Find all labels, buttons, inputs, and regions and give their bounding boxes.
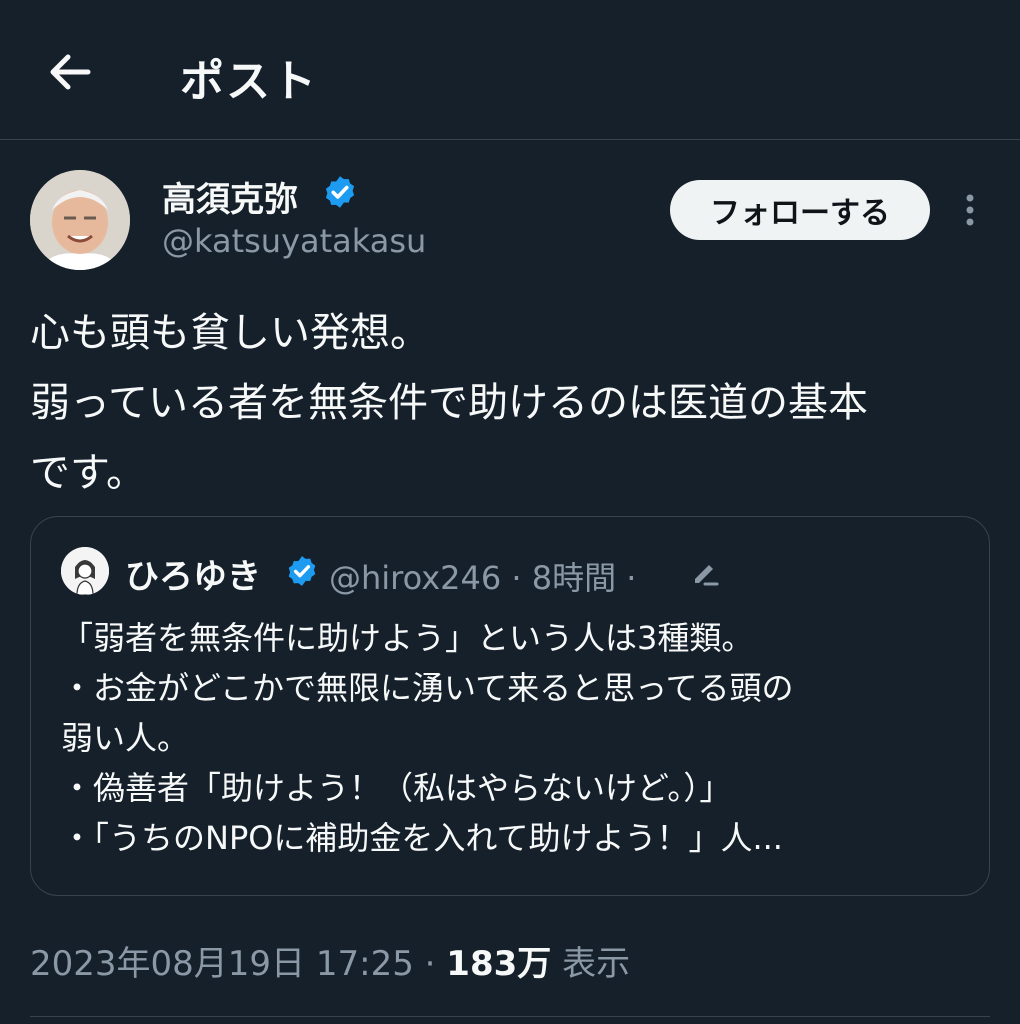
- quote-line: 弱い人。: [61, 719, 190, 757]
- more-options-button[interactable]: [958, 192, 982, 228]
- back-button[interactable]: [44, 46, 96, 98]
- quote-meta: @hirox246 · 8時間 ·: [329, 559, 637, 597]
- views-count: 183万: [446, 944, 552, 984]
- top-bar: ポスト: [0, 0, 1020, 140]
- post-timestamp[interactable]: 2023年08月19日 17:25 ·: [30, 944, 446, 984]
- arrow-left-icon: [50, 54, 91, 90]
- verified-badge-icon: [325, 176, 355, 208]
- post-line: 弱っている者を無条件で助けるのは医道の基本: [30, 380, 868, 426]
- follow-button[interactable]: フォローする: [670, 180, 930, 240]
- quote-text: 「弱者を無条件に助けよう」という人は3種類。 ・お金がどこかで無限に湧いて来ると…: [61, 613, 971, 863]
- views-label: 表示: [551, 944, 631, 984]
- post-text: 心も頭も貧しい発想。 弱っている者を無条件で助けるのは医道の基本 です。: [30, 298, 990, 508]
- quote-author-name: ひろゆき: [125, 557, 261, 597]
- quote-line: ・偽善者「助けよう！（私はやらないけど。）」: [61, 769, 732, 807]
- post-line: です。: [30, 450, 146, 496]
- more-vertical-icon: [966, 194, 974, 226]
- author-handle[interactable]: @katsuyatakasu: [162, 222, 426, 260]
- author-name[interactable]: 高須克弥: [162, 172, 298, 221]
- page-title: ポスト: [180, 56, 318, 107]
- quote-line: ・お金がどこかで無限に湧いて来ると思ってる頭の: [61, 669, 794, 707]
- quote-line: 「弱者を無条件に助けよう」という人は3種類。: [61, 619, 754, 657]
- quote-avatar: [61, 547, 109, 595]
- verified-badge-icon: [288, 556, 316, 586]
- divider: [30, 1016, 990, 1017]
- quoted-post[interactable]: ひろゆき @hirox246 · 8時間 · 「弱者を無条件に助けよう」という人…: [30, 516, 990, 896]
- quote-line: ・「うちのNPOに補助金を入れて助けよう！」人...: [61, 819, 783, 857]
- post-meta: 2023年08月19日 17:25 · 183万 表示: [30, 936, 630, 985]
- post-line: 心も頭も貧しい発想。: [30, 310, 430, 356]
- edited-pencil-icon: [695, 565, 719, 586]
- author-avatar[interactable]: [30, 170, 130, 270]
